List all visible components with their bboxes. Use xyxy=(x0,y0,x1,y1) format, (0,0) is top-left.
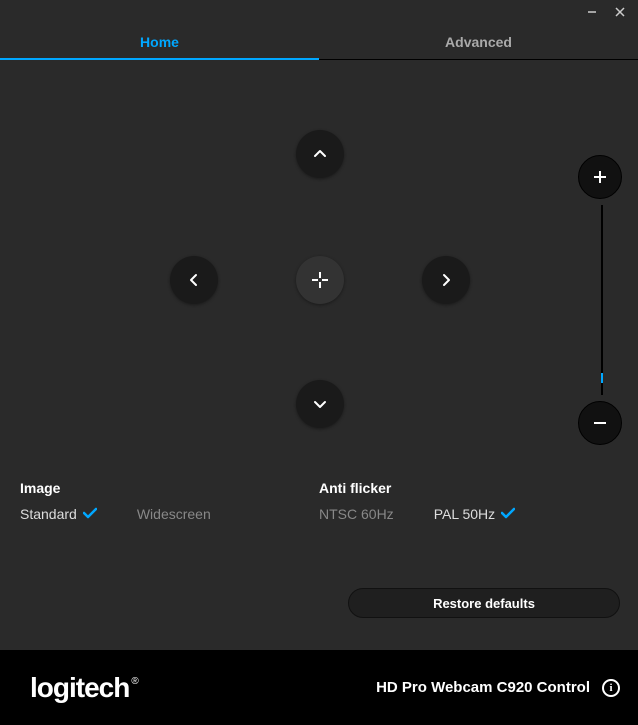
tab-advanced[interactable]: Advanced xyxy=(319,24,638,59)
footer: logitech ® HD Pro Webcam C920 Control i xyxy=(0,650,638,725)
zoom-track[interactable] xyxy=(601,205,603,395)
zoom-handle[interactable] xyxy=(601,373,611,383)
option-text: PAL 50Hz xyxy=(434,506,495,522)
pan-down-button[interactable] xyxy=(296,380,344,428)
pan-control xyxy=(150,130,490,470)
option-text: Widescreen xyxy=(137,506,211,522)
image-label: Image xyxy=(20,480,319,496)
zoom-out-button[interactable] xyxy=(578,401,622,445)
restore-defaults-button[interactable]: Restore defaults xyxy=(348,588,620,618)
zoom-in-button[interactable] xyxy=(578,155,622,199)
main-panel: Image Standard Widescreen Anti flicker N… xyxy=(0,60,638,650)
pan-center-button[interactable] xyxy=(296,256,344,304)
check-icon xyxy=(501,506,515,522)
pan-up-button[interactable] xyxy=(296,130,344,178)
zoom-control xyxy=(578,155,626,445)
brand-text: logitech xyxy=(30,672,129,704)
window-titlebar xyxy=(0,0,638,24)
brand-logo: logitech ® xyxy=(30,672,139,704)
product-name: HD Pro Webcam C920 Control xyxy=(376,679,590,696)
antiflicker-group: Anti flicker NTSC 60Hz PAL 50Hz xyxy=(319,480,618,522)
tab-home[interactable]: Home xyxy=(0,24,319,59)
minimize-button[interactable] xyxy=(578,0,606,24)
image-group: Image Standard Widescreen xyxy=(20,480,319,522)
option-text: NTSC 60Hz xyxy=(319,506,394,522)
pan-right-button[interactable] xyxy=(422,256,470,304)
options-row: Image Standard Widescreen Anti flicker N… xyxy=(20,480,618,522)
image-option-widescreen[interactable]: Widescreen xyxy=(137,506,211,522)
check-icon xyxy=(83,506,97,522)
image-option-standard[interactable]: Standard xyxy=(20,506,97,522)
footer-right: HD Pro Webcam C920 Control i xyxy=(376,679,620,697)
info-icon[interactable]: i xyxy=(602,679,620,697)
tab-bar: Home Advanced xyxy=(0,24,638,60)
option-text: Standard xyxy=(20,506,77,522)
antiflicker-option-ntsc[interactable]: NTSC 60Hz xyxy=(319,506,394,522)
close-button[interactable] xyxy=(606,0,634,24)
antiflicker-option-pal[interactable]: PAL 50Hz xyxy=(434,506,515,522)
pan-left-button[interactable] xyxy=(170,256,218,304)
antiflicker-label: Anti flicker xyxy=(319,480,618,496)
registered-mark: ® xyxy=(131,676,138,687)
